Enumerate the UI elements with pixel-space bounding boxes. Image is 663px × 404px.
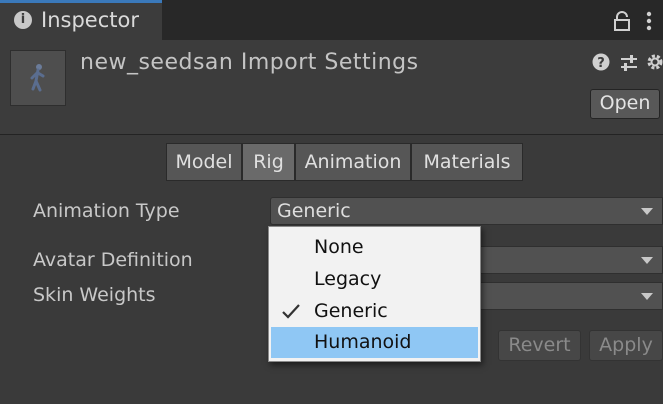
- chevron-down-icon: [641, 208, 653, 215]
- svg-text:?: ?: [597, 56, 605, 71]
- animation-type-value: Generic: [277, 200, 351, 222]
- tab-materials[interactable]: Materials: [411, 143, 523, 181]
- lock-icon[interactable]: [611, 10, 633, 32]
- avatar-definition-label: Avatar Definition: [33, 249, 193, 271]
- menu-option-generic[interactable]: Generic: [271, 296, 478, 327]
- kebab-menu-icon[interactable]: [641, 10, 657, 32]
- menu-option-label: Humanoid: [314, 331, 412, 353]
- animation-type-label: Animation Type: [33, 200, 180, 222]
- chevron-down-icon: [641, 293, 653, 300]
- tab-animation[interactable]: Animation: [295, 143, 411, 181]
- chevron-down-icon: [641, 257, 653, 264]
- tab-model[interactable]: Model: [166, 143, 242, 181]
- menu-option-humanoid[interactable]: Humanoid: [271, 327, 478, 358]
- help-icon[interactable]: ?: [592, 53, 610, 71]
- checkmark-icon: [282, 304, 300, 319]
- page-title: new_seedsan Import Settings: [80, 50, 419, 75]
- apply-button[interactable]: Apply: [589, 330, 663, 361]
- asset-thumbnail: [10, 50, 66, 106]
- tab-rig[interactable]: Rig: [242, 143, 295, 181]
- gear-icon[interactable]: [646, 53, 663, 71]
- open-button[interactable]: Open: [590, 89, 660, 119]
- animation-type-dropdown[interactable]: Generic: [270, 197, 663, 225]
- animation-type-menu: None Legacy Generic Humanoid: [268, 226, 481, 362]
- menu-option-none[interactable]: None: [271, 232, 478, 263]
- menu-option-label: Legacy: [314, 268, 382, 290]
- preset-sliders-icon[interactable]: [619, 53, 639, 73]
- menu-option-label: None: [314, 236, 364, 258]
- tab-title: Inspector: [41, 8, 139, 32]
- character-preview-icon: [30, 64, 45, 92]
- info-icon: i: [14, 11, 32, 29]
- skin-weights-label: Skin Weights: [33, 284, 156, 306]
- menu-option-legacy[interactable]: Legacy: [271, 264, 478, 295]
- revert-button[interactable]: Revert: [498, 330, 581, 361]
- menu-option-label: Generic: [314, 300, 388, 322]
